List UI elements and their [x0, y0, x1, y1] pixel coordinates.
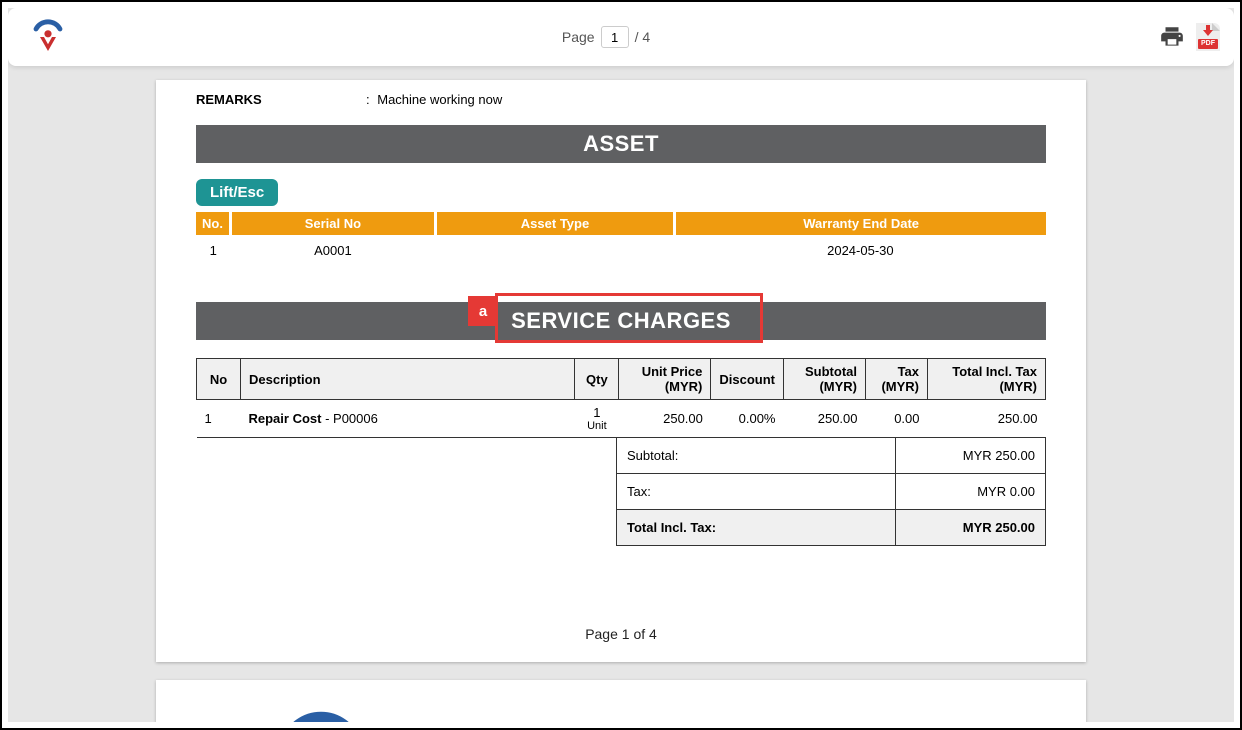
section-service-header: SERVICE CHARGES	[196, 302, 1046, 340]
charges-cell-discount: 0.00%	[711, 400, 784, 438]
page-indicator: Page / 4	[88, 26, 1124, 48]
totals-grand-label: Total Incl. Tax:	[617, 510, 896, 546]
asset-cell-warranty: 2024-05-30	[675, 235, 1046, 266]
totals-tax-label: Tax:	[617, 474, 896, 510]
charges-cell-total: 250.00	[928, 400, 1046, 438]
charges-th-unit: Unit Price (MYR)	[619, 359, 711, 400]
section-asset-header: ASSET	[196, 125, 1046, 163]
page-2: SUCCESS SDN BHD	[156, 680, 1086, 722]
charges-th-qty: Qty	[575, 359, 619, 400]
charges-desc-rest: - P00006	[321, 411, 377, 426]
pages-scroll[interactable]: REMARKS Machine working now ASSET Lift/E…	[8, 66, 1234, 722]
company-header: SUCCESS SDN BHD	[196, 708, 1046, 722]
viewer-area: Page / 4 PDF REMARKS Machine working now	[8, 8, 1234, 722]
pdf-badge-label: PDF	[1198, 39, 1218, 49]
totals-row-tax: Tax: MYR 0.00	[617, 474, 1046, 510]
totals-subtotal-label: Subtotal:	[617, 438, 896, 474]
app-logo-icon	[28, 17, 68, 57]
download-pdf-icon[interactable]: PDF	[1196, 23, 1220, 51]
asset-cell-serial: A0001	[230, 235, 435, 266]
charges-th-desc: Description	[241, 359, 575, 400]
asset-cell-no: 1	[196, 235, 230, 266]
charges-th-no: No	[197, 359, 241, 400]
remarks-value: Machine working now	[366, 92, 502, 107]
asset-row: 1 A0001 2024-05-30	[196, 235, 1046, 266]
totals-table: Subtotal: MYR 250.00 Tax: MYR 0.00 Total…	[616, 437, 1046, 546]
toolbar-right: PDF	[1124, 23, 1234, 51]
page-total: / 4	[635, 29, 651, 45]
charges-cell-qty: 1 Unit	[575, 400, 619, 438]
asset-th-type: Asset Type	[435, 212, 674, 235]
charges-th-total: Total Incl. Tax (MYR)	[928, 359, 1046, 400]
charges-desc-bold: Repair Cost	[249, 411, 322, 426]
asset-category-badge: Lift/Esc	[196, 179, 278, 206]
remarks-label: REMARKS	[196, 92, 366, 107]
asset-th-warranty: Warranty End Date	[675, 212, 1046, 235]
page-label: Page	[562, 29, 595, 45]
charges-th-subtotal: Subtotal (MYR)	[784, 359, 866, 400]
asset-table: No. Serial No Asset Type Warranty End Da…	[196, 212, 1046, 266]
page-footer-text: Page 1 of 4	[196, 626, 1046, 642]
remarks-row: REMARKS Machine working now	[196, 80, 1046, 125]
asset-th-serial: Serial No	[230, 212, 435, 235]
totals-grand-value: MYR 250.00	[896, 510, 1046, 546]
charges-qty-unit: Unit	[583, 420, 611, 432]
print-icon[interactable]	[1158, 24, 1186, 50]
charges-th-tax: Tax (MYR)	[866, 359, 928, 400]
charges-cell-no: 1	[197, 400, 241, 438]
service-section: a SERVICE CHARGES No Description Qty Uni…	[196, 302, 1046, 546]
asset-cell-type	[435, 235, 674, 266]
totals-tax-value: MYR 0.00	[896, 474, 1046, 510]
charges-cell-subtotal: 250.00	[784, 400, 866, 438]
page-1: REMARKS Machine working now ASSET Lift/E…	[156, 80, 1086, 662]
charges-row: 1 Repair Cost - P00006 1 Unit 250.00 0.0…	[197, 400, 1046, 438]
totals-row-grand: Total Incl. Tax: MYR 250.00	[617, 510, 1046, 546]
annotation-label-a: a	[468, 296, 498, 326]
charges-qty-value: 1	[593, 405, 600, 420]
charges-cell-tax: 0.00	[866, 400, 928, 438]
charges-table: No Description Qty Unit Price (MYR) Disc…	[196, 358, 1046, 438]
toolbar-left	[8, 17, 88, 57]
asset-th-no: No.	[196, 212, 230, 235]
totals-row-subtotal: Subtotal: MYR 250.00	[617, 438, 1046, 474]
totals-subtotal-value: MYR 250.00	[896, 438, 1046, 474]
charges-cell-unit: 250.00	[619, 400, 711, 438]
viewer-toolbar: Page / 4 PDF	[8, 8, 1234, 66]
company-logo-icon	[266, 708, 376, 722]
page-number-input[interactable]	[601, 26, 629, 48]
charges-cell-desc: Repair Cost - P00006	[241, 400, 575, 438]
charges-th-discount: Discount	[711, 359, 784, 400]
